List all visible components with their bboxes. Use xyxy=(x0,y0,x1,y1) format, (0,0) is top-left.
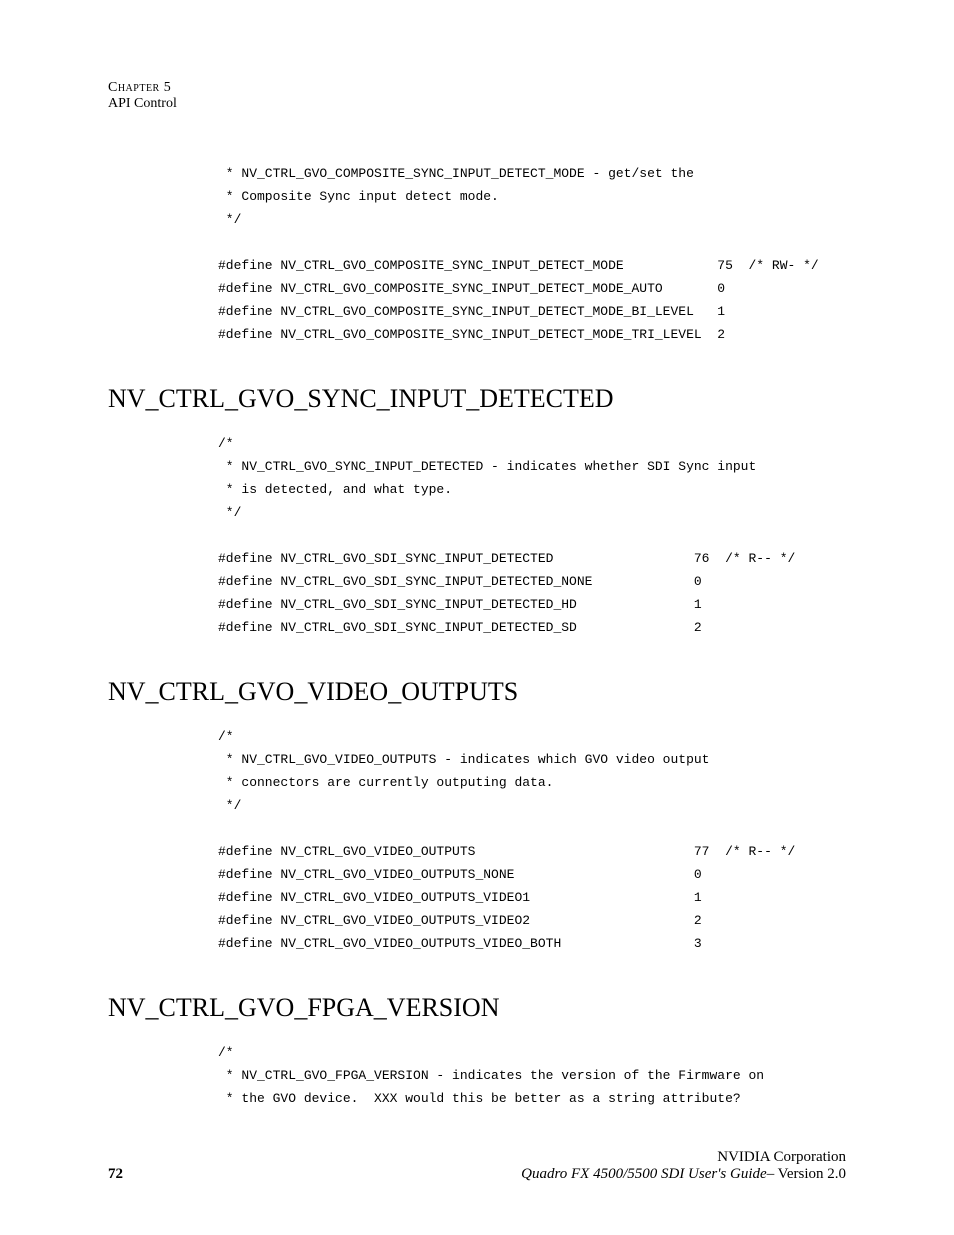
chapter-label: Chapter 5 xyxy=(108,80,846,96)
footer-version: – Version 2.0 xyxy=(767,1166,846,1182)
footer-right: NVIDIA Corporation Quadro FX 4500/5500 S… xyxy=(521,1149,846,1183)
footer-guide-line: Quadro FX 4500/5500 SDI User's Guide– Ve… xyxy=(521,1166,846,1183)
footer-guide: Quadro FX 4500/5500 SDI User's Guide xyxy=(521,1166,767,1182)
page-number: 72 xyxy=(108,1166,123,1183)
section-heading: NV_CTRL_GVO_SYNC_INPUT_DETECTED xyxy=(108,384,846,414)
code-block: * NV_CTRL_GVO_COMPOSITE_SYNC_INPUT_DETEC… xyxy=(218,162,846,346)
code-block: /* * NV_CTRL_GVO_FPGA_VERSION - indicate… xyxy=(218,1041,846,1110)
page-content: * NV_CTRL_GVO_COMPOSITE_SYNC_INPUT_DETEC… xyxy=(218,162,846,1110)
code-block: /* * NV_CTRL_GVO_SYNC_INPUT_DETECTED - i… xyxy=(218,432,846,639)
footer-company: NVIDIA Corporation xyxy=(521,1149,846,1166)
document-page: Chapter 5 API Control * NV_CTRL_GVO_COMP… xyxy=(0,0,954,1235)
page-header: Chapter 5 API Control xyxy=(108,80,846,112)
code-block: /* * NV_CTRL_GVO_VIDEO_OUTPUTS - indicat… xyxy=(218,725,846,955)
chapter-title: API Control xyxy=(108,96,846,112)
section-heading: NV_CTRL_GVO_VIDEO_OUTPUTS xyxy=(108,677,846,707)
page-footer: 72 NVIDIA Corporation Quadro FX 4500/550… xyxy=(108,1149,846,1183)
section-heading: NV_CTRL_GVO_FPGA_VERSION xyxy=(108,993,846,1023)
